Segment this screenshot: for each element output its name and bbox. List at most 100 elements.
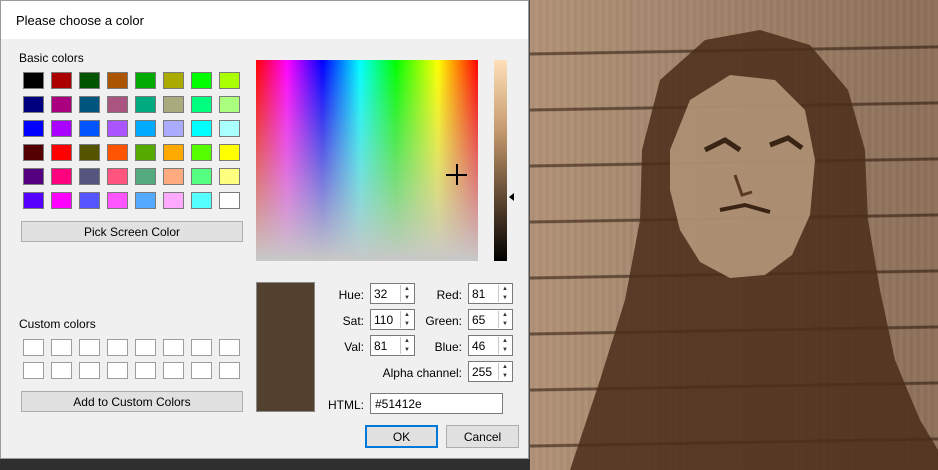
custom-color-swatch[interactable] (135, 362, 156, 379)
add-to-custom-colors-button[interactable]: Add to Custom Colors (21, 391, 243, 412)
hue-spinbox[interactable]: 32 ▲ ▼ (370, 283, 415, 304)
custom-color-swatch[interactable] (23, 339, 44, 356)
red-spinbox[interactable]: 81 ▲ ▼ (468, 283, 513, 304)
basic-color-swatch[interactable] (163, 168, 184, 185)
custom-color-swatch[interactable] (135, 339, 156, 356)
html-color-field[interactable]: #51412e (370, 393, 503, 414)
basic-color-swatch[interactable] (51, 192, 72, 209)
custom-color-swatch[interactable] (79, 362, 100, 379)
basic-color-swatch[interactable] (23, 192, 44, 209)
basic-color-swatch[interactable] (79, 192, 100, 209)
spin-down-arrow-icon[interactable]: ▼ (499, 372, 511, 381)
basic-color-swatch[interactable] (79, 168, 100, 185)
green-spinbox[interactable]: 65 ▲ ▼ (468, 309, 513, 330)
basic-color-swatch[interactable] (191, 144, 212, 161)
spin-up-arrow-icon[interactable]: ▲ (401, 285, 413, 294)
custom-color-swatch[interactable] (219, 362, 240, 379)
spin-down-arrow-icon[interactable]: ▼ (401, 346, 413, 355)
basic-color-swatch[interactable] (23, 144, 44, 161)
basic-color-swatch[interactable] (23, 96, 44, 113)
blue-spinbox[interactable]: 46 ▲ ▼ (468, 335, 513, 356)
custom-color-swatch[interactable] (191, 362, 212, 379)
luminance-slider[interactable] (494, 60, 507, 261)
basic-color-swatch[interactable] (191, 168, 212, 185)
basic-color-swatch[interactable] (79, 72, 100, 89)
cancel-button[interactable]: Cancel (446, 425, 519, 448)
basic-color-swatch[interactable] (107, 168, 128, 185)
basic-color-swatch[interactable] (219, 120, 240, 137)
ok-button[interactable]: OK (365, 425, 438, 448)
basic-color-swatch[interactable] (79, 120, 100, 137)
basic-color-swatch[interactable] (135, 96, 156, 113)
basic-color-swatch[interactable] (163, 192, 184, 209)
crosshair-icon (456, 164, 458, 185)
custom-color-swatch[interactable] (23, 362, 44, 379)
custom-colors-label: Custom colors (19, 317, 96, 331)
basic-color-swatch[interactable] (163, 72, 184, 89)
custom-color-swatch[interactable] (107, 339, 128, 356)
spin-down-arrow-icon[interactable]: ▼ (401, 294, 413, 303)
basic-color-swatch[interactable] (191, 120, 212, 137)
custom-color-swatch[interactable] (191, 339, 212, 356)
custom-color-swatch[interactable] (163, 362, 184, 379)
basic-color-swatch[interactable] (163, 144, 184, 161)
alpha-channel-spinbox[interactable]: 255 ▲ ▼ (468, 361, 513, 382)
spin-down-arrow-icon[interactable]: ▼ (499, 320, 511, 329)
basic-color-swatch[interactable] (219, 192, 240, 209)
red-label: Red: (436, 288, 462, 302)
basic-color-swatch[interactable] (51, 168, 72, 185)
basic-color-swatch[interactable] (135, 120, 156, 137)
basic-color-swatch[interactable] (219, 168, 240, 185)
custom-color-swatch[interactable] (51, 339, 72, 356)
basic-color-swatch[interactable] (79, 144, 100, 161)
spin-up-arrow-icon[interactable]: ▲ (499, 363, 511, 372)
basic-color-swatch[interactable] (107, 96, 128, 113)
hue-label: Hue: (338, 288, 364, 302)
basic-color-swatch[interactable] (135, 144, 156, 161)
basic-color-swatch[interactable] (23, 72, 44, 89)
basic-color-swatch[interactable] (135, 72, 156, 89)
hue-saturation-spectrum[interactable] (256, 60, 478, 261)
spin-up-arrow-icon[interactable]: ▲ (401, 337, 413, 346)
spin-up-arrow-icon[interactable]: ▲ (499, 311, 511, 320)
spin-down-arrow-icon[interactable]: ▼ (499, 346, 511, 355)
basic-color-swatch[interactable] (219, 72, 240, 89)
custom-color-swatch[interactable] (107, 362, 128, 379)
dialog-titlebar[interactable]: Please choose a color (1, 1, 528, 39)
blue-value: 46 (472, 339, 486, 353)
spin-down-arrow-icon[interactable]: ▼ (499, 294, 511, 303)
basic-color-swatch[interactable] (79, 96, 100, 113)
basic-color-swatch[interactable] (51, 144, 72, 161)
basic-color-swatch[interactable] (163, 96, 184, 113)
basic-color-swatch[interactable] (107, 120, 128, 137)
val-spinbox[interactable]: 81 ▲ ▼ (370, 335, 415, 356)
custom-color-swatch[interactable] (163, 339, 184, 356)
custom-colors-grid (23, 339, 240, 379)
custom-color-swatch[interactable] (219, 339, 240, 356)
basic-color-swatch[interactable] (219, 96, 240, 113)
triangle-pointer-icon[interactable] (509, 192, 514, 201)
green-value: 65 (472, 313, 486, 327)
basic-color-swatch[interactable] (191, 72, 212, 89)
spin-up-arrow-icon[interactable]: ▲ (499, 285, 511, 294)
basic-color-swatch[interactable] (163, 120, 184, 137)
custom-color-swatch[interactable] (79, 339, 100, 356)
basic-color-swatch[interactable] (51, 96, 72, 113)
basic-color-swatch[interactable] (191, 192, 212, 209)
basic-color-swatch[interactable] (23, 120, 44, 137)
custom-color-swatch[interactable] (51, 362, 72, 379)
basic-color-swatch[interactable] (51, 72, 72, 89)
basic-color-swatch[interactable] (135, 192, 156, 209)
sat-spinbox[interactable]: 110 ▲ ▼ (370, 309, 415, 330)
basic-color-swatch[interactable] (219, 144, 240, 161)
basic-color-swatch[interactable] (135, 168, 156, 185)
basic-color-swatch[interactable] (107, 192, 128, 209)
basic-color-swatch[interactable] (51, 120, 72, 137)
spin-up-arrow-icon[interactable]: ▲ (499, 337, 511, 346)
basic-color-swatch[interactable] (107, 144, 128, 161)
val-label: Val: (344, 340, 364, 354)
basic-color-swatch[interactable] (191, 96, 212, 113)
pick-screen-color-button[interactable]: Pick Screen Color (21, 221, 243, 242)
basic-color-swatch[interactable] (23, 168, 44, 185)
basic-color-swatch[interactable] (107, 72, 128, 89)
